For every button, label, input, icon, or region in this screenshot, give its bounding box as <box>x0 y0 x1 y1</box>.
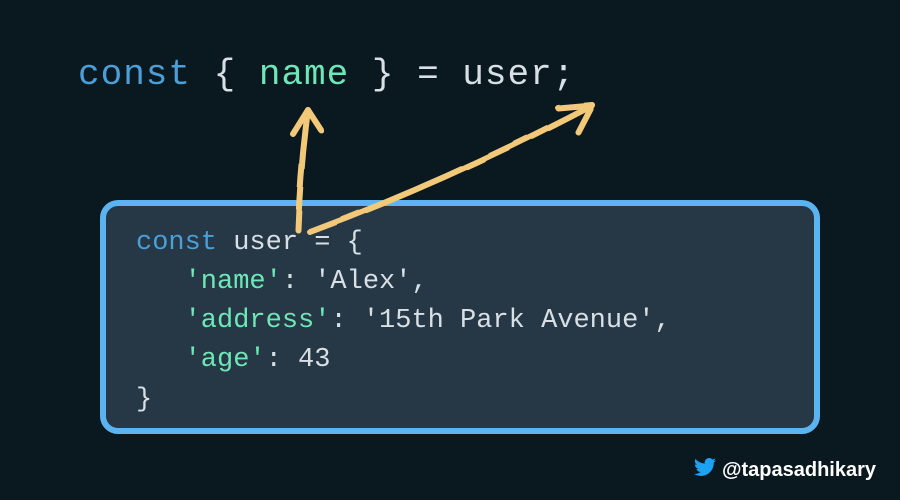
attribution: @tapasadhikary <box>694 456 876 484</box>
semicolon: ; <box>553 54 576 95</box>
val-age: 43 <box>298 345 330 375</box>
equals: = <box>417 54 462 95</box>
twitter-icon <box>694 456 716 484</box>
prop-name: name <box>259 54 349 95</box>
const-keyword-2: const <box>136 228 217 258</box>
key-age: 'age' <box>185 345 266 375</box>
lbrace: { <box>191 54 259 95</box>
closing-brace: } <box>136 385 152 415</box>
val-address: '15th Park Avenue' <box>363 306 655 336</box>
source-var: user <box>462 54 552 95</box>
key-name: 'name' <box>185 267 282 297</box>
const-keyword: const <box>78 54 191 95</box>
key-address: 'address' <box>185 306 331 336</box>
user-decl: user = { <box>217 228 363 258</box>
val-alex: 'Alex' <box>314 267 411 297</box>
rbrace: } <box>349 54 417 95</box>
attribution-handle: @tapasadhikary <box>722 459 876 482</box>
destructuring-line: const { name } = user; <box>78 54 575 95</box>
user-object-box: const user = { 'name': 'Alex', 'address'… <box>100 200 820 434</box>
